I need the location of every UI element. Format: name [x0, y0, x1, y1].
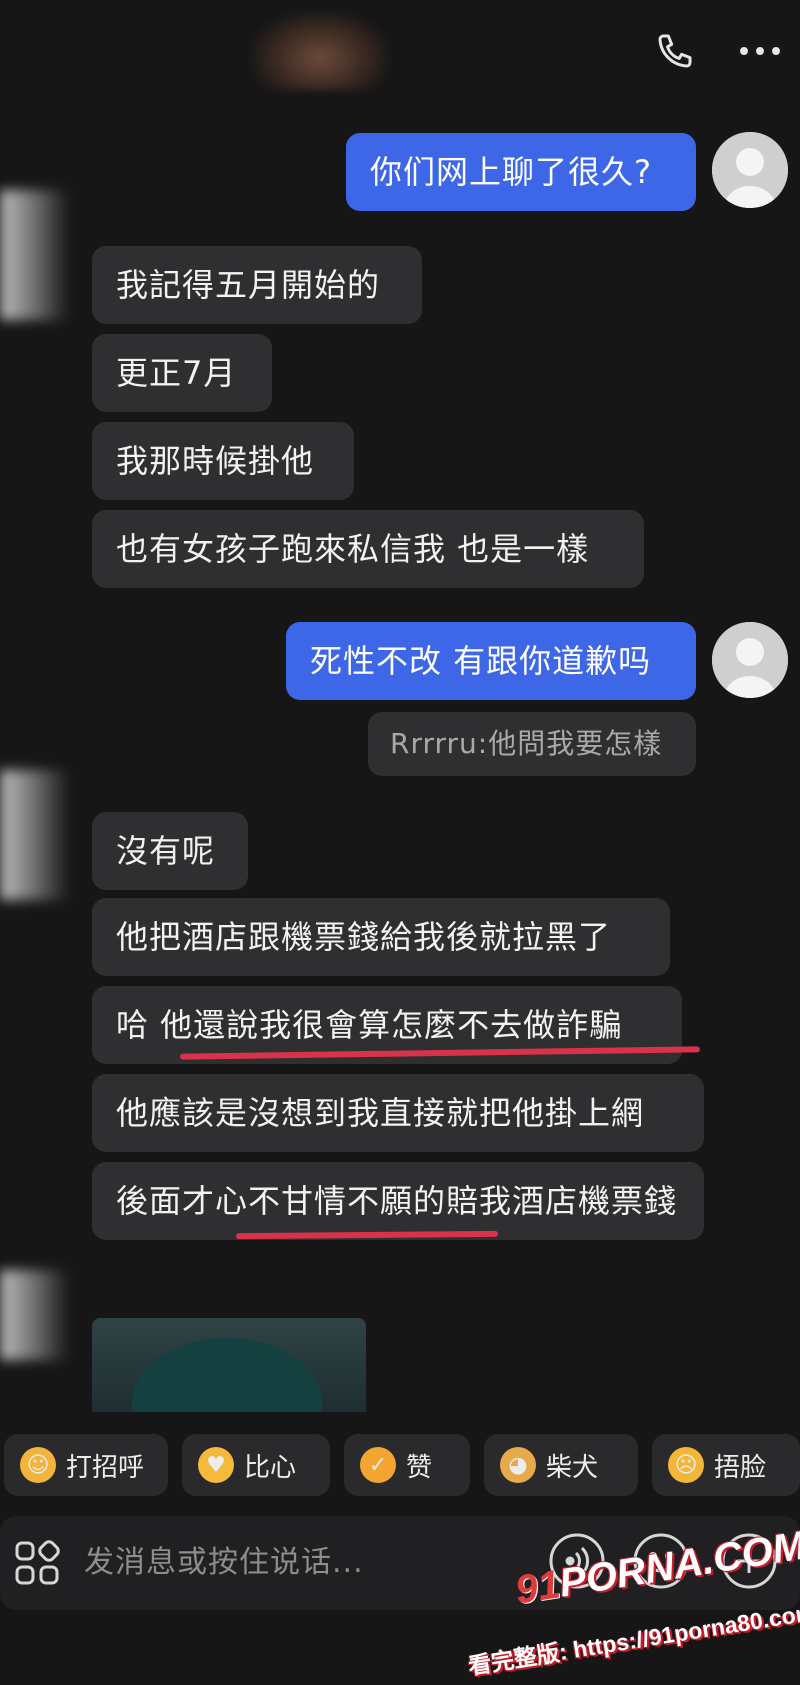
wave-emoji-icon: ☺: [20, 1447, 56, 1483]
message-bubble-incoming[interactable]: 我那時候掛他: [92, 422, 354, 500]
emoji-icon[interactable]: [632, 1532, 690, 1590]
image-content: [132, 1338, 322, 1412]
reaction-label: 赞: [406, 1452, 433, 1483]
blurred-contact-avatar[interactable]: [0, 190, 70, 320]
reaction-like[interactable]: ✓ 赞: [344, 1434, 470, 1496]
image-message-thumbnail[interactable]: [92, 1318, 366, 1412]
reaction-wave[interactable]: ☺ 打招呼: [4, 1434, 168, 1496]
message-bubble-incoming[interactable]: 他把酒店跟機票錢給我後就拉黑了: [92, 898, 670, 976]
reaction-facepalm[interactable]: ☹ 捂脸: [652, 1434, 800, 1496]
my-avatar[interactable]: [712, 622, 788, 698]
phone-icon[interactable]: [650, 26, 700, 76]
message-bubble-incoming[interactable]: 我記得五月開始的: [92, 246, 422, 324]
message-bubble-incoming[interactable]: 也有女孩子跑來私信我 也是一樣: [92, 510, 644, 588]
heart-hands-emoji-icon: ♥: [198, 1447, 234, 1483]
my-avatar[interactable]: [712, 132, 788, 208]
blurred-contact-name: [250, 10, 390, 90]
reaction-label: 打招呼: [66, 1452, 145, 1483]
quoted-reply-note[interactable]: Rrrrru:他問我要怎樣: [368, 712, 696, 776]
reaction-heart[interactable]: ♥ 比心: [182, 1434, 330, 1496]
message-bubble-incoming[interactable]: 後面才心不甘情不願的賠我酒店機票錢: [92, 1162, 704, 1240]
message-input[interactable]: 发消息或按住说话...: [84, 1540, 484, 1586]
reaction-shiba[interactable]: ◕ 柴犬: [484, 1434, 638, 1496]
message-bubble-outgoing[interactable]: 死性不改 有跟你道歉吗: [286, 622, 696, 700]
facepalm-emoji-icon: ☹: [668, 1447, 704, 1483]
plus-icon[interactable]: [720, 1532, 778, 1590]
message-bubble-incoming[interactable]: 更正7月: [92, 334, 272, 412]
blurred-contact-avatar[interactable]: [0, 1270, 70, 1360]
voice-icon[interactable]: [548, 1532, 606, 1590]
more-dots-icon[interactable]: [730, 26, 790, 76]
thumbs-up-icon: ✓: [360, 1447, 396, 1483]
message-bubble-incoming[interactable]: 沒有呢: [92, 812, 248, 890]
reaction-label: 比心: [244, 1452, 297, 1483]
blurred-contact-avatar[interactable]: [0, 770, 70, 900]
quick-reaction-bar: ☺ 打招呼 ♥ 比心 ✓ 赞 ◕ 柴犬 ☹ 捂脸: [0, 1434, 800, 1496]
apps-grid-icon[interactable]: [14, 1540, 60, 1586]
reaction-label: 捂脸: [714, 1452, 767, 1483]
reaction-label: 柴犬: [546, 1452, 599, 1483]
message-bubble-outgoing[interactable]: 你们网上聊了很久?: [346, 133, 696, 211]
shiba-dog-icon: ◕: [500, 1447, 536, 1483]
message-bubble-incoming[interactable]: 他應該是沒想到我直接就把他掛上網: [92, 1074, 704, 1152]
